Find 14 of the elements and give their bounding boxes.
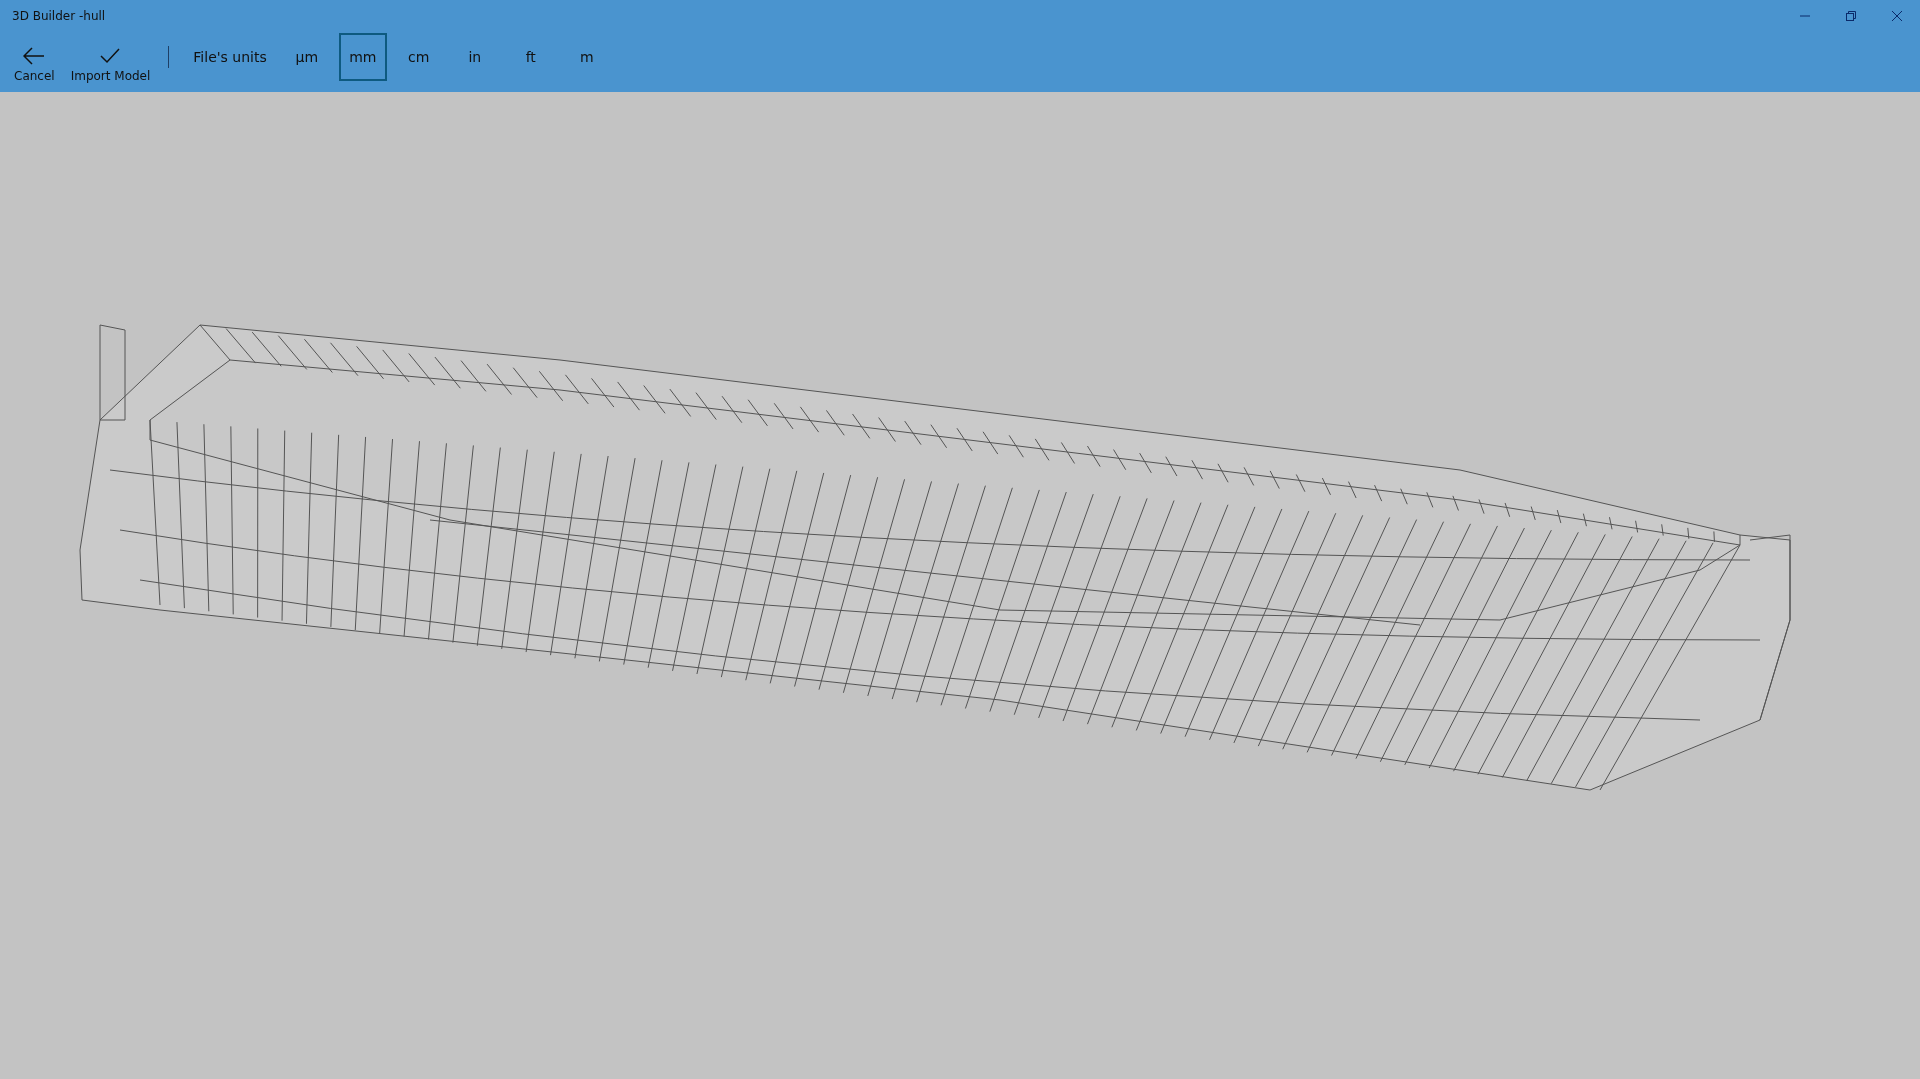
unit-option[interactable]: File's units — [185, 33, 275, 81]
unit-option[interactable]: mm — [338, 33, 387, 81]
unit-option[interactable]: in — [450, 33, 499, 81]
checkmark-icon — [99, 47, 122, 65]
unit-option[interactable]: m — [562, 33, 611, 81]
window-title: 3D Builder -hull — [11, 9, 106, 23]
import-button[interactable]: Import Model — [62, 33, 159, 91]
unit-option[interactable]: µm — [282, 33, 331, 81]
cancel-button[interactable]: Cancel — [6, 33, 63, 91]
unit-option[interactable]: cm — [394, 33, 443, 81]
close-icon — [1891, 10, 1903, 22]
unit-option[interactable]: ft — [506, 33, 555, 81]
back-arrow-icon — [23, 47, 46, 65]
restore-icon — [1845, 10, 1857, 22]
